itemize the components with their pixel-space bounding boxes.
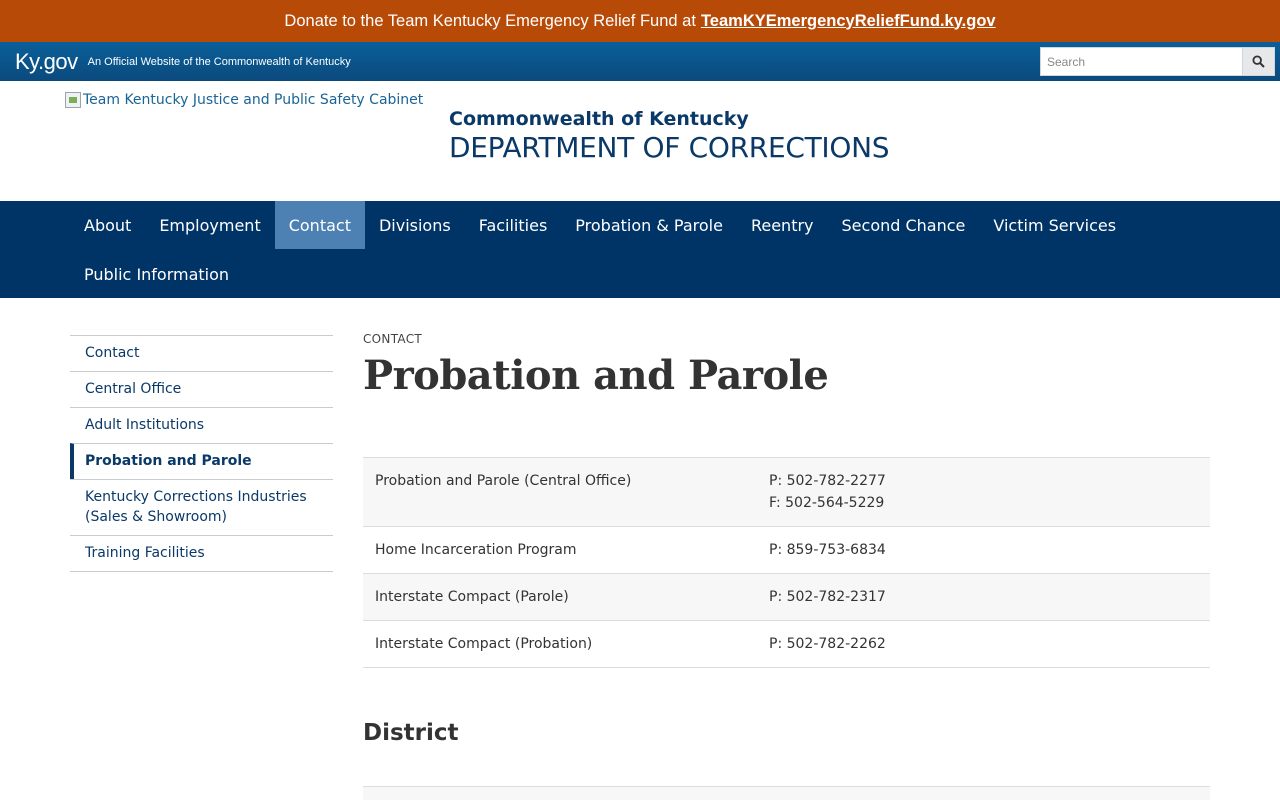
nav-second-chance[interactable]: Second Chance [828, 201, 980, 249]
nav-probation-parole[interactable]: Probation & Parole [561, 201, 737, 249]
fax-number: F: 502-564-5229 [769, 495, 885, 511]
sidebar-item-training-facilities[interactable]: Training Facilities [70, 535, 333, 572]
main-content: CONTACT Probation and Parole [363, 330, 1210, 399]
nav-victim-services[interactable]: Victim Services [979, 201, 1130, 249]
contact-phones: P: 502-782-2277 F: 502-564-5229 [757, 457, 1210, 527]
official-website-tagline: An Official Website of the Commonwealth … [87, 55, 351, 68]
contact-name: Interstate Compact (Parole) [363, 573, 757, 621]
nav-row-secondary: Public Information [70, 250, 243, 298]
kygov-bar: Ky.gov An Official Website of the Common… [0, 42, 1280, 81]
contact-name: Home Incarceration Program [363, 526, 757, 574]
search-button[interactable] [1242, 47, 1275, 76]
table-row: Probation and Parole (Central Office) P:… [363, 457, 1210, 527]
sidebar-item-corrections-industries[interactable]: Kentucky Corrections Industries (Sales &… [70, 479, 333, 535]
table-row: Interstate Compact (Probation) P: 502-78… [363, 620, 1210, 668]
nav-reentry[interactable]: Reentry [737, 201, 828, 249]
kygov-logo[interactable]: Ky.gov [15, 49, 78, 75]
phone-number: P: 502-782-2277 [769, 473, 886, 489]
contacts-table: Probation and Parole (Central Office) P:… [363, 457, 1210, 668]
district-table-top [363, 786, 1210, 800]
search-icon [1252, 55, 1265, 68]
nav-public-information[interactable]: Public Information [70, 250, 243, 298]
table-row: Interstate Compact (Parole) P: 502-782-2… [363, 573, 1210, 621]
cabinet-logo-alt-text: Team Kentucky Justice and Public Safety … [83, 92, 424, 108]
phone-number: P: 502-782-2262 [769, 636, 886, 652]
site-subtitle: Commonwealth of Kentucky [449, 108, 749, 130]
page-title: Probation and Parole [363, 352, 829, 399]
sidebar-item-contact[interactable]: Contact [70, 335, 333, 371]
contact-phones: P: 502-782-2262 [757, 620, 1210, 668]
cabinet-logo[interactable]: Team Kentucky Justice and Public Safety … [65, 92, 423, 108]
nav-facilities[interactable]: Facilities [465, 201, 562, 249]
relief-fund-link[interactable]: TeamKYEmergencyReliefFund.ky.gov [701, 12, 996, 31]
nav-row-primary: About Employment Contact Divisions Facil… [70, 201, 1130, 249]
search-form [1040, 47, 1275, 76]
sidebar-item-probation-parole[interactable]: Probation and Parole [70, 443, 333, 479]
nav-employment[interactable]: Employment [145, 201, 274, 249]
phone-number: P: 859-753-6834 [769, 542, 886, 558]
sidebar-item-adult-institutions[interactable]: Adult Institutions [70, 407, 333, 443]
table-row: Home Incarceration Program P: 859-753-68… [363, 526, 1210, 574]
contact-name: Interstate Compact (Probation) [363, 620, 757, 668]
site-title[interactable]: DEPARTMENT OF CORRECTIONS [449, 131, 890, 164]
contact-name: Probation and Parole (Central Office) [363, 457, 757, 527]
banner-text: Donate to the Team Kentucky Emergency Re… [284, 11, 696, 30]
sidebar-item-central-office[interactable]: Central Office [70, 371, 333, 407]
nav-contact[interactable]: Contact [274, 201, 365, 249]
site-header: Team Kentucky Justice and Public Safety … [0, 81, 1280, 201]
broken-image-icon [65, 92, 81, 108]
search-input[interactable] [1040, 47, 1242, 76]
nav-about[interactable]: About [70, 201, 145, 249]
contact-phones: P: 859-753-6834 [757, 526, 1210, 574]
emergency-banner: Donate to the Team Kentucky Emergency Re… [0, 0, 1280, 42]
breadcrumb-eyebrow: CONTACT [363, 332, 423, 346]
nav-divisions[interactable]: Divisions [365, 201, 465, 249]
district-heading: District [363, 720, 459, 746]
contact-phones: P: 502-782-2317 [757, 573, 1210, 621]
main-navigation: About Employment Contact Divisions Facil… [0, 201, 1280, 298]
phone-number: P: 502-782-2317 [769, 589, 886, 605]
section-sidebar: Contact Central Office Adult Institution… [70, 335, 333, 572]
